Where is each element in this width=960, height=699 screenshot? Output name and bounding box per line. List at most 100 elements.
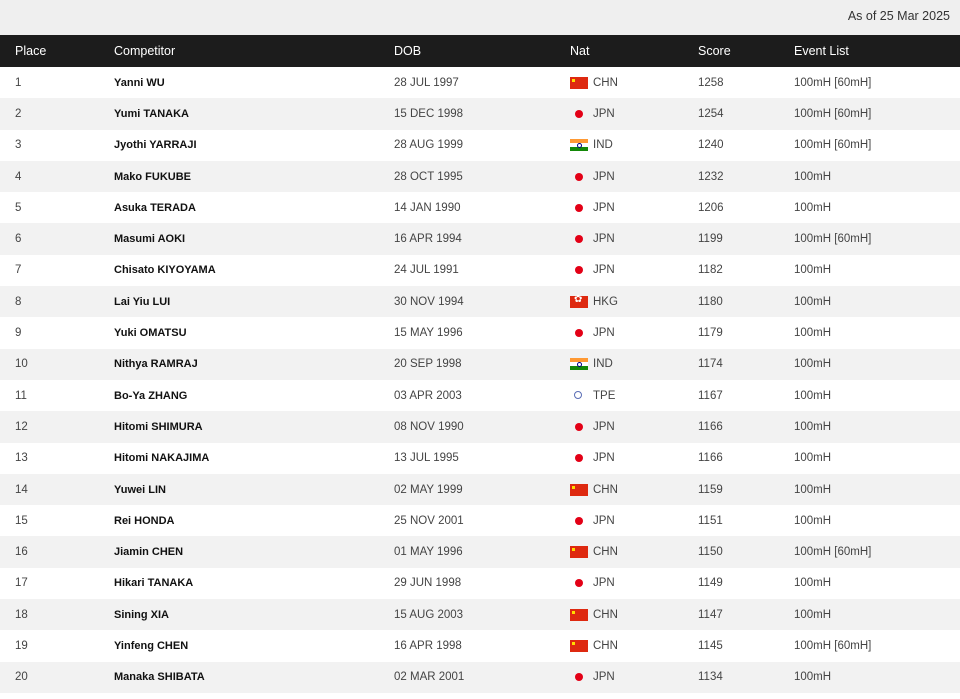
competitor-link[interactable]: Yinfeng CHEN (114, 630, 394, 661)
column-header-competitor[interactable]: Competitor (114, 35, 394, 67)
chinese-taipei-flag-icon (570, 390, 588, 402)
column-header-score[interactable]: Score (698, 35, 794, 67)
nat-cell: JPN (570, 223, 698, 254)
table-row[interactable]: 15 Rei HONDA 25 NOV 2001 JPN 1151 100mH (0, 505, 960, 537)
table-row[interactable]: 8 Lai Yiu LUI30 NOV 1994 HKG 1180 100mH (0, 286, 960, 318)
nat-cell: JPN (570, 443, 698, 474)
score-cell: 1149 (698, 577, 723, 590)
nat-cell: TPE (570, 380, 698, 411)
place-cell: 11 (15, 389, 27, 402)
competitor-link[interactable]: Sining XIA (114, 599, 394, 630)
score-cell: 1174 (698, 358, 723, 371)
competitor-link[interactable]: Yumi TANAKA (114, 98, 394, 129)
competitor-link[interactable]: Bo-Ya ZHANG (114, 380, 394, 411)
india-flag-icon (570, 139, 588, 152)
table-row[interactable]: 18 Sining XIA 15 AUG 2003 CHN 1147 100mH (0, 599, 960, 631)
competitor-link[interactable]: Jyothi YARRAJI (114, 130, 394, 161)
nat-code: JPN (593, 264, 615, 277)
place-cell: 3 (15, 139, 22, 152)
table-row[interactable]: 3 Jyothi YARRAJI 28 AUG 1999 IND 1240 100mH [… (0, 129, 960, 161)
event-list-cell: 100mH (794, 389, 832, 402)
table-row[interactable]: 19 Yinfeng CHEN 16 APR 1998 CHN 1145 100mH [6… (0, 630, 960, 662)
competitor-link[interactable]: Nithya RAMRAJ (114, 349, 394, 380)
nat-cell: JPN (570, 255, 698, 286)
score-cell: 1232 (698, 170, 724, 183)
nat-code: JPN (593, 514, 615, 527)
table-row[interactable]: 12 Hitomi SHIMURA 08 NOV 1990 JPN 1166 100mH (0, 411, 960, 443)
table-row[interactable]: 6 Masumi AOKI 16 APR 1994 JPN 1199 100mH [60m… (0, 223, 960, 255)
table-row[interactable]: 2 Yumi TANAKA 15 DEC 1998 JPN 1254 100mH [60m… (0, 98, 960, 130)
nat-code: JPN (593, 420, 615, 433)
place-cell: 14 (15, 483, 28, 496)
japan-flag-icon (570, 515, 588, 527)
japan-flag-icon (570, 264, 588, 276)
japan-flag-icon (570, 452, 588, 464)
competitor-link[interactable]: Chisato KIYOYAMA (114, 255, 394, 286)
dob-cell: 29 JUN 1998 (394, 577, 462, 590)
table-body: 1 Yanni WU 28 JUL 1997 CHN 1258 100mH [60mH] 2… (0, 67, 960, 693)
nat-code: IND (593, 139, 613, 152)
table-row[interactable]: 14 Yuwei LIN 02 MAY 1999 CHN 1159 100mH (0, 473, 960, 506)
column-header-nat[interactable]: Nat (570, 35, 698, 67)
score-cell: 1134 (698, 671, 723, 684)
table-row[interactable]: 9 Yuki OMATSU 15 MAY 1996 JPN 1179 100mH (0, 317, 960, 349)
column-header-dob[interactable]: DOB (394, 35, 570, 67)
nat-code: CHN (593, 608, 618, 621)
table-row[interactable]: 20 Manaka SHIBATA 02 MAR 2001 JPN 1134 100mH (0, 661, 960, 693)
dob-cell: 02 MAY 1999 (394, 483, 463, 496)
place-cell: 6 (15, 233, 22, 246)
place-cell: 2 (15, 107, 22, 120)
event-list-cell: 100mH (794, 201, 832, 214)
column-header-event-list[interactable]: Event List (794, 35, 960, 67)
table-row[interactable]: 4 Mako FUKUBE 28 OCT 1995 JPN 1232 100mH (0, 160, 960, 193)
place-cell: 19 (15, 639, 28, 652)
event-list-cell: 100mH [60mH] (794, 139, 872, 152)
competitor-link[interactable]: Yuwei LIN (114, 474, 394, 505)
table-row[interactable]: 13 Hitomi NAKAJIMA 13 JUL 1995 JPN 1166 100mH (0, 442, 960, 474)
dob-cell: 24 JUL 1991 (394, 264, 459, 277)
place-cell: 7 (15, 264, 22, 277)
event-list-cell: 100mH [60mH] (794, 233, 872, 246)
competitor-link[interactable]: Asuka TERADA (114, 192, 394, 223)
nat-cell: JPN (570, 317, 698, 348)
table-row[interactable]: 1 Yanni WU 28 JUL 1997 CHN 1258 100mH [60mH] (0, 67, 960, 99)
nat-cell: IND (570, 349, 698, 380)
china-flag-icon (570, 639, 588, 652)
competitor-link[interactable]: Hitomi NAKAJIMA (114, 443, 394, 474)
dob-cell: 15 AUG 2003 (394, 608, 464, 621)
table-row[interactable]: 10 Nithya RAMRAJ 20 SEP 1998 IND 1174 100mH (0, 348, 960, 380)
nat-code: JPN (593, 233, 615, 246)
table-row[interactable]: 7 Chisato KIYOYAMA 24 JUL 1991 JPN 1182 100mH (0, 254, 960, 287)
table-row[interactable]: 17 Hikari TANAKA 29 JUN 1998 JPN 1149 100mH (0, 567, 960, 600)
dob-cell: 08 NOV 1990 (394, 420, 464, 433)
competitor-link[interactable]: Yuki OMATSU (114, 317, 394, 348)
nat-code: HKG (593, 295, 618, 308)
competitor-link[interactable]: Yanni WU (114, 67, 394, 98)
nat-code: JPN (593, 201, 615, 214)
place-cell: 9 (15, 327, 22, 340)
competitor-link[interactable]: Manaka SHIBATA (114, 662, 394, 693)
dob-cell: 01 MAY 1996 (394, 546, 463, 559)
competitor-link[interactable]: Hikari TANAKA (114, 568, 394, 599)
competitor-link[interactable]: Mako FUKUBE (114, 161, 394, 192)
japan-flag-icon (570, 171, 588, 183)
competitor-link[interactable]: Rei HONDA (114, 505, 394, 536)
table-row[interactable]: 5 Asuka TERADA 14 JAN 1990 JPN 1206 100mH (0, 192, 960, 224)
nat-code: JPN (593, 327, 615, 340)
nat-cell: JPN (570, 98, 698, 129)
score-cell: 1159 (698, 483, 723, 496)
competitor-link[interactable]: Lai Yiu LUI (114, 286, 394, 317)
dob-cell: 25 NOV 2001 (394, 514, 464, 527)
nat-cell: JPN (570, 662, 698, 693)
as-of-date: As of 25 Mar 2025 (847, 9, 950, 23)
table-row[interactable]: 16 Jiamin CHEN 01 MAY 1996 CHN 1150 100mH [60… (0, 536, 960, 568)
dob-cell: 16 APR 1994 (394, 233, 462, 246)
nat-code: CHN (593, 76, 618, 89)
competitor-link[interactable]: Hitomi SHIMURA (114, 411, 394, 442)
nat-cell: CHN (570, 630, 698, 661)
competitor-link[interactable]: Jiamin CHEN (114, 536, 394, 567)
china-flag-icon (570, 546, 588, 559)
competitor-link[interactable]: Masumi AOKI (114, 223, 394, 254)
column-header-place[interactable]: Place (0, 35, 114, 67)
table-row[interactable]: 11 Bo-Ya ZHANG 03 APR 2003 TPE 1167 100mH (0, 379, 960, 412)
